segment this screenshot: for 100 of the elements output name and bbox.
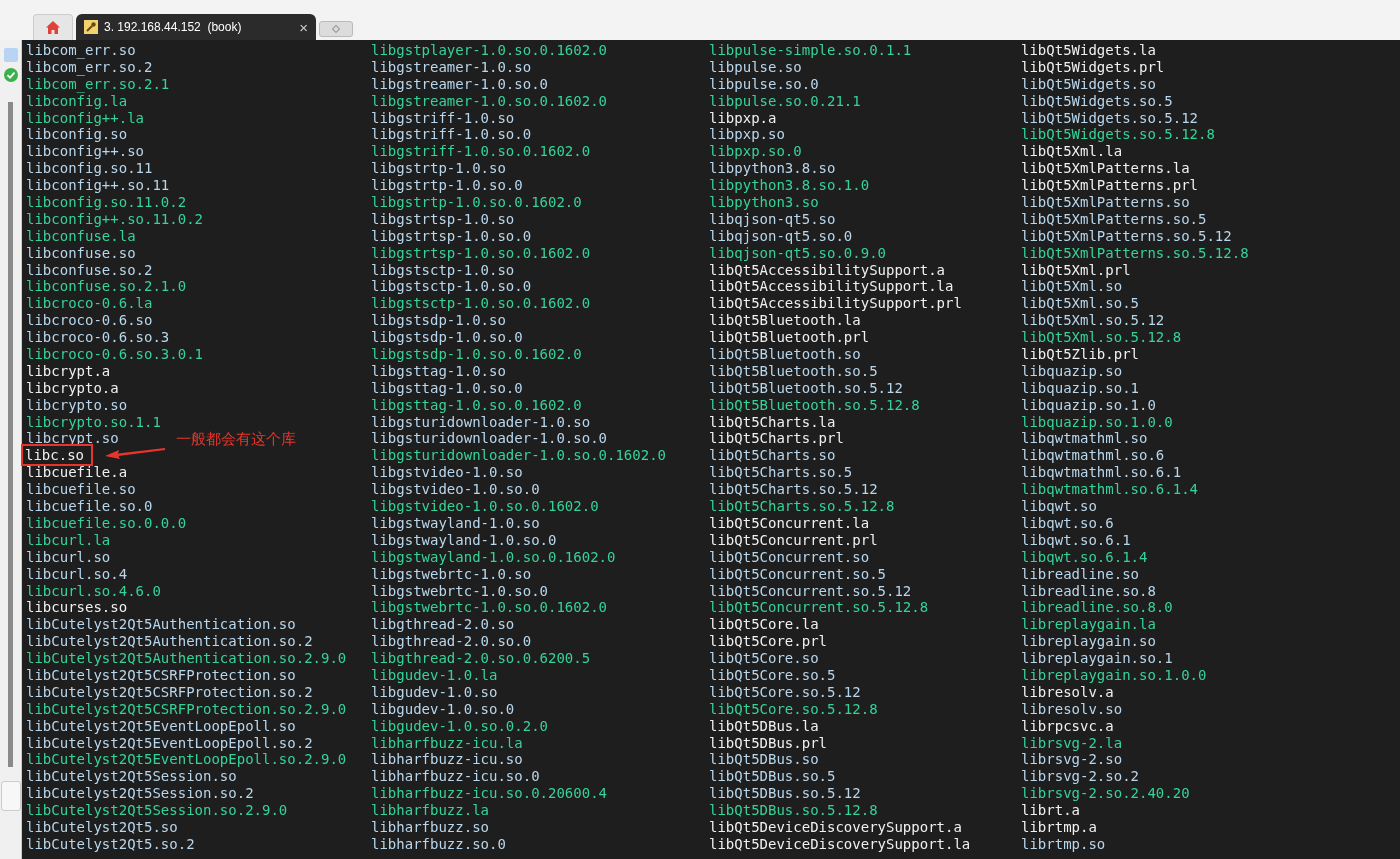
file-name: libpython3.8.so bbox=[709, 160, 836, 177]
file-name: libQt5DBus.prl bbox=[709, 734, 827, 751]
file-name: libQt5Bluetooth.so.5 bbox=[709, 362, 878, 379]
file-name: libreadline.so.8 bbox=[1021, 582, 1156, 599]
file-name: libreadline.so bbox=[1021, 565, 1139, 582]
file-name: libgstriff-1.0.so.0 bbox=[371, 126, 532, 143]
file-name: libgsturidownloader-1.0.so.0 bbox=[371, 430, 607, 447]
file-name: libQt5Xml.so bbox=[1021, 278, 1123, 295]
file-name: libQt5Concurrent.prl bbox=[709, 531, 878, 548]
file-name: libcurl.la bbox=[26, 531, 111, 548]
file-name: libcurl.so.4.6.0 bbox=[26, 582, 161, 599]
file-name: libreplaygain.so.1.0.0 bbox=[1021, 666, 1207, 683]
file-name: libqjson-qt5.so.0 bbox=[709, 227, 853, 244]
file-name: libgstrtp-1.0.so bbox=[371, 160, 506, 177]
arrow bbox=[104, 446, 166, 462]
file-name: libQt5Bluetooth.so.5.12 bbox=[709, 379, 903, 396]
file-name: libQt5AccessibilitySupport.a bbox=[709, 261, 945, 278]
file-name: libQt5XmlPatterns.so bbox=[1021, 194, 1190, 210]
file-name: libgstwayland-1.0.so.0.1602.0 bbox=[371, 548, 616, 565]
file-name: libgstsctp-1.0.so.0 bbox=[371, 278, 532, 295]
file-name: libpxp.so.0 bbox=[709, 143, 802, 160]
file-name: libgstrtsp-1.0.so.0 bbox=[371, 227, 532, 244]
scrollbar[interactable] bbox=[8, 102, 13, 767]
file-name: libgstsctp-1.0.so.0.1602.0 bbox=[371, 295, 591, 312]
home-tab[interactable] bbox=[33, 14, 73, 40]
file-name: libQt5DeviceDiscoverySupport.la bbox=[709, 835, 971, 852]
file-name: libgsturidownloader-1.0.so bbox=[371, 413, 591, 430]
file-name: libconfig++.so.11.0.2 bbox=[26, 210, 203, 227]
file-name: libgstwebrtc-1.0.so.0.1602.0 bbox=[371, 599, 607, 616]
file-name: libQt5Widgets.so.5.12 bbox=[1021, 109, 1198, 126]
file-name: libQt5Widgets.so bbox=[1021, 75, 1156, 92]
tab-label: 3. 192.168.44.152 (book) bbox=[104, 20, 243, 34]
file-name: libQt5Widgets.la bbox=[1021, 42, 1156, 58]
file-name: libconfig.la bbox=[26, 92, 128, 109]
file-name: libreplaygain.so.1 bbox=[1021, 650, 1173, 667]
file-name: libgstreamer-1.0.so bbox=[371, 58, 532, 75]
file-name: libqwt.so.6.1 bbox=[1021, 531, 1131, 548]
file-name: libgstvideo-1.0.so bbox=[371, 464, 523, 481]
session-tab[interactable]: 3. 192.168.44.152 (book) × bbox=[76, 14, 316, 40]
file-name: librsvg-2.so.2.40.20 bbox=[1021, 785, 1190, 802]
file-name: libpxp.so bbox=[709, 126, 785, 143]
file-name: libgstwebrtc-1.0.so bbox=[371, 565, 532, 582]
file-name: libreadline.so.8.0 bbox=[1021, 599, 1173, 616]
file-name: libQt5Bluetooth.prl bbox=[709, 329, 870, 346]
file-name: librt.a bbox=[1021, 802, 1080, 819]
file-name: libgstplayer-1.0.so.0.1602.0 bbox=[371, 42, 607, 58]
file-name: libresolv.so bbox=[1021, 700, 1123, 717]
file-name: libCutelyst2Qt5Authentication.so.2.9.0 bbox=[26, 650, 347, 667]
file-name: libQt5DeviceDiscoverySupport.a bbox=[709, 818, 962, 835]
file-name: libgthread-2.0.so.0 bbox=[371, 633, 532, 650]
file-name: libgthread-2.0.so.0.6200.5 bbox=[371, 650, 591, 667]
file-name: libharfbuzz.so bbox=[371, 818, 489, 835]
file-name: libCutelyst2Qt5CSRFProtection.so bbox=[26, 666, 296, 683]
check-icon[interactable] bbox=[3, 68, 18, 82]
file-name: libgstsdp-1.0.so bbox=[371, 312, 506, 329]
file-name: libgsttag-1.0.so bbox=[371, 362, 506, 379]
file-name: libQt5Charts.prl bbox=[709, 430, 844, 447]
file-name: libQt5XmlPatterns.so.5.12 bbox=[1021, 227, 1232, 244]
file-name: libquazip.so.1 bbox=[1021, 379, 1139, 396]
file-name: libCutelyst2Qt5Session.so.2.9.0 bbox=[26, 802, 288, 819]
file-name: libconfig.so.11 bbox=[26, 160, 153, 177]
file-name: libcrypt.a bbox=[26, 362, 111, 379]
file-name: libQt5Core.so.5.12.8 bbox=[709, 700, 878, 717]
file-name: libgstrtsp-1.0.so bbox=[371, 210, 515, 227]
file-name: libcrypto.a bbox=[26, 379, 119, 396]
file-name: libgstsctp-1.0.so bbox=[371, 261, 515, 278]
file-name: libQt5Widgets.prl bbox=[1021, 58, 1165, 75]
file-name: libconfuse.so bbox=[26, 244, 136, 261]
file-name: libQt5Widgets.so.5.12.8 bbox=[1021, 126, 1215, 143]
file-name: libconfig++.so.11 bbox=[26, 177, 170, 194]
file-name: libQt5XmlPatterns.so.5 bbox=[1021, 210, 1207, 227]
file-name: libgstwebrtc-1.0.so.0 bbox=[371, 582, 548, 599]
file-name: libgstwayland-1.0.so bbox=[371, 514, 540, 531]
file-name: libqwtmathml.so.6.1 bbox=[1021, 464, 1182, 481]
file-name: libQt5DBus.so bbox=[709, 751, 819, 768]
file-name: libQt5Widgets.so.5 bbox=[1021, 92, 1173, 109]
file-name: libQt5Bluetooth.la bbox=[709, 312, 861, 329]
file-name: libcom_err.so.2.1 bbox=[26, 75, 170, 92]
file-name: libpython3.so bbox=[709, 194, 819, 210]
file-name: libharfbuzz.so.0 bbox=[371, 835, 506, 852]
annotation-text: 一般都会有这个库 bbox=[176, 430, 296, 449]
file-name: libQt5Charts.so.5.12 bbox=[709, 481, 878, 498]
file-name: librsvg-2.so.2 bbox=[1021, 768, 1139, 785]
file-name: libCutelyst2Qt5Authentication.so bbox=[26, 616, 296, 633]
file-name: libQt5Charts.la bbox=[709, 413, 836, 430]
close-button[interactable]: × bbox=[299, 18, 308, 36]
file-name: libCutelyst2Qt5CSRFProtection.so.2 bbox=[26, 683, 313, 700]
file-name: libCutelyst2Qt5Authentication.so.2 bbox=[26, 633, 313, 650]
file-name: libquazip.so bbox=[1021, 362, 1123, 379]
file-name: libcrypt.so bbox=[26, 430, 119, 447]
file-name: librsvg-2.so bbox=[1021, 751, 1123, 768]
file-name: libgstsdp-1.0.so.0 bbox=[371, 329, 523, 346]
file-name: libCutelyst2Qt5EventLoopEpoll.so.2 bbox=[26, 734, 313, 751]
new-tab-button[interactable] bbox=[319, 21, 353, 37]
file-name: libgsturidownloader-1.0.so.0.1602.0 bbox=[371, 447, 666, 464]
file-name: libgstreamer-1.0.so.0.1602.0 bbox=[371, 92, 607, 109]
file-name: libQt5Xml.so.5.12.8 bbox=[1021, 329, 1182, 346]
file-name: libcom_err.so.2 bbox=[26, 58, 153, 75]
file-name: libconfig++.so bbox=[26, 143, 144, 160]
file-name: libcuefile.so bbox=[26, 481, 136, 498]
